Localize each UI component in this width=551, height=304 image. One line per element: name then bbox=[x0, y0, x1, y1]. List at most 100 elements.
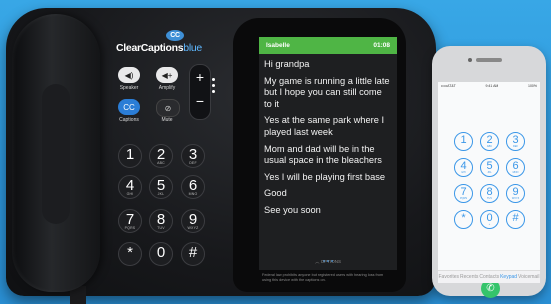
amplify-icon: ◀+ bbox=[161, 70, 173, 80]
keypad-key-9[interactable]: * bbox=[118, 242, 142, 266]
volume-down-button[interactable]: − bbox=[190, 89, 210, 113]
key-letters: TUV bbox=[157, 226, 165, 230]
mobile-key-9[interactable]: * bbox=[454, 210, 473, 229]
status-time: 9:41 AM bbox=[485, 84, 499, 88]
key-letters: DEF bbox=[189, 161, 197, 165]
caption-line: Good bbox=[264, 188, 287, 199]
carrier: •••••AT&T bbox=[441, 84, 456, 88]
captions-label: Captions bbox=[119, 117, 139, 123]
keypad-key-4[interactable]: 5 JKL bbox=[149, 175, 173, 199]
mobile-key-6[interactable]: 7 PQRS bbox=[454, 184, 473, 203]
caption-line: See you soon bbox=[264, 204, 321, 215]
volume-level-indicator bbox=[212, 78, 216, 96]
captions-button[interactable]: CC bbox=[118, 99, 140, 115]
key-letters: WXYZ bbox=[187, 226, 199, 230]
mobile-key-letters: PQRS bbox=[459, 197, 468, 200]
mobile-key-letters: GHI bbox=[461, 171, 466, 174]
keypad-key-7[interactable]: 8 TUV bbox=[149, 209, 173, 233]
key-letters: MNO bbox=[188, 192, 198, 196]
speaker-icon: ◀) bbox=[124, 70, 134, 80]
keypad-key-8[interactable]: 9 WXYZ bbox=[181, 209, 205, 233]
mute-label: Mute bbox=[161, 117, 173, 123]
keypad-key-10[interactable]: 0 bbox=[149, 242, 173, 266]
keypad-key-6[interactable]: 7 PQRS bbox=[118, 209, 142, 233]
mobile-key-letters: WXYZ bbox=[511, 197, 520, 200]
battery: 100% bbox=[528, 84, 537, 88]
caption-line: Yes I will be playing first base bbox=[264, 171, 386, 182]
captions-icon: CC bbox=[123, 102, 135, 112]
key-digit: * bbox=[127, 244, 133, 261]
key-letters: ABC bbox=[157, 161, 165, 165]
status-bar: •••••AT&T 9:41 AM 100% bbox=[438, 82, 540, 90]
volume-rocker[interactable]: + − bbox=[189, 64, 211, 120]
mobile-key-7[interactable]: 8 TUV bbox=[480, 184, 499, 203]
mobile-key-10[interactable]: 0 + bbox=[480, 210, 499, 229]
mobile-key-3[interactable]: 4 GHI bbox=[454, 158, 473, 177]
mobile-key-8[interactable]: 9 WXYZ bbox=[506, 184, 525, 203]
caption-line: Hi grandpa bbox=[264, 59, 310, 69]
brand-logo: ClearCaptionsblue CC bbox=[116, 30, 202, 64]
key-digit: 1 bbox=[125, 146, 135, 163]
mobile-key-letters: + bbox=[488, 223, 491, 226]
keypad-key-5[interactable]: 6 MNO bbox=[181, 175, 205, 199]
key-digit: 0 bbox=[156, 244, 166, 261]
mobile-key-4[interactable]: 5 JKL bbox=[480, 158, 499, 177]
tab-voicemail[interactable]: Voicemail bbox=[518, 274, 539, 280]
key-digit: # bbox=[188, 244, 198, 261]
keypad-key-2[interactable]: 3 DEF bbox=[181, 144, 205, 168]
mobile-key-letters: ABC bbox=[486, 145, 493, 148]
mobile-key-digit: * bbox=[461, 212, 466, 224]
mute-icon: ⊘ bbox=[164, 103, 172, 113]
tab-favorites[interactable]: Favorites bbox=[438, 274, 459, 280]
mute-button[interactable]: ⊘ bbox=[156, 99, 180, 117]
key-letters: PQRS bbox=[124, 226, 136, 230]
brand-name: ClearCaptions bbox=[116, 42, 184, 54]
caption-screen: Isabelle 01:08 Hi grandpa My game is runn… bbox=[259, 37, 397, 270]
amplify-label: Amplify bbox=[158, 85, 176, 91]
tab-bar: Favorites Recents Contacts Keypad Voicemail bbox=[438, 270, 540, 283]
handset[interactable] bbox=[12, 14, 100, 292]
mobile-key-letters: TUV bbox=[487, 197, 492, 200]
caption-line: My game is running a little late but I h… bbox=[264, 75, 390, 109]
camera-icon bbox=[468, 58, 472, 62]
caption-header: Isabelle 01:08 bbox=[259, 37, 397, 54]
handset-grip bbox=[42, 84, 70, 224]
keypad-key-11[interactable]: # bbox=[181, 242, 205, 266]
tab-keypad[interactable]: Keypad bbox=[500, 274, 517, 280]
mobile-key-letters: JKL bbox=[487, 171, 492, 174]
caption-line: Mom and dad will be in the usual space i… bbox=[264, 143, 382, 166]
caller-name: Isabelle bbox=[266, 42, 290, 49]
tab-contacts[interactable]: Contacts bbox=[479, 274, 499, 280]
keypad-key-0[interactable]: 1 bbox=[118, 144, 142, 168]
mobile-key-0[interactable]: 1 bbox=[454, 132, 473, 151]
mobile-key-letters: MNO bbox=[512, 171, 519, 174]
mobile-display: •••••AT&T 9:41 AM 100% 1 2 ABC 3 DEF 4 GHI 5 JKL… bbox=[438, 82, 540, 298]
call-timer: 01:08 bbox=[373, 42, 390, 49]
cc-badge: CC bbox=[166, 30, 184, 41]
caption-line: Yes at the same park where I played last… bbox=[264, 115, 385, 137]
keypad-key-3[interactable]: 4 GHI bbox=[118, 175, 142, 199]
mobile-phone: •••••AT&T 9:41 AM 100% 1 2 ABC 3 DEF 4 GHI 5 JKL… bbox=[432, 46, 546, 298]
legal-disclaimer: Federal law prohibits anyone but registe… bbox=[262, 273, 384, 282]
options-button[interactable]: ︿ OPTIONS bbox=[259, 259, 397, 265]
speaker-button[interactable]: ◀) bbox=[118, 67, 140, 83]
caption-transcript: Hi grandpa My game is running a little la… bbox=[259, 59, 397, 217]
speaker-grille bbox=[476, 58, 502, 62]
keypad-key-1[interactable]: 2 ABC bbox=[149, 144, 173, 168]
brand-suffix: blue bbox=[183, 42, 202, 54]
options-label: OPTIONS bbox=[320, 259, 342, 264]
key-letters: GHI bbox=[126, 192, 134, 196]
mobile-key-digit: 1 bbox=[460, 134, 467, 146]
key-letters: JKL bbox=[157, 192, 165, 196]
speaker-label: Speaker bbox=[119, 85, 139, 91]
mobile-key-5[interactable]: 6 MNO bbox=[506, 158, 525, 177]
mobile-key-digit: # bbox=[512, 212, 519, 224]
phone-icon: ✆ bbox=[486, 283, 495, 294]
volume-up-button[interactable]: + bbox=[190, 65, 210, 89]
mobile-key-letters: DEF bbox=[513, 145, 518, 148]
mobile-key-1[interactable]: 2 ABC bbox=[480, 132, 499, 151]
mobile-key-2[interactable]: 3 DEF bbox=[506, 132, 525, 151]
amplify-button[interactable]: ◀+ bbox=[156, 67, 178, 83]
tab-recents[interactable]: Recents bbox=[460, 274, 478, 280]
mobile-key-11[interactable]: # bbox=[506, 210, 525, 229]
